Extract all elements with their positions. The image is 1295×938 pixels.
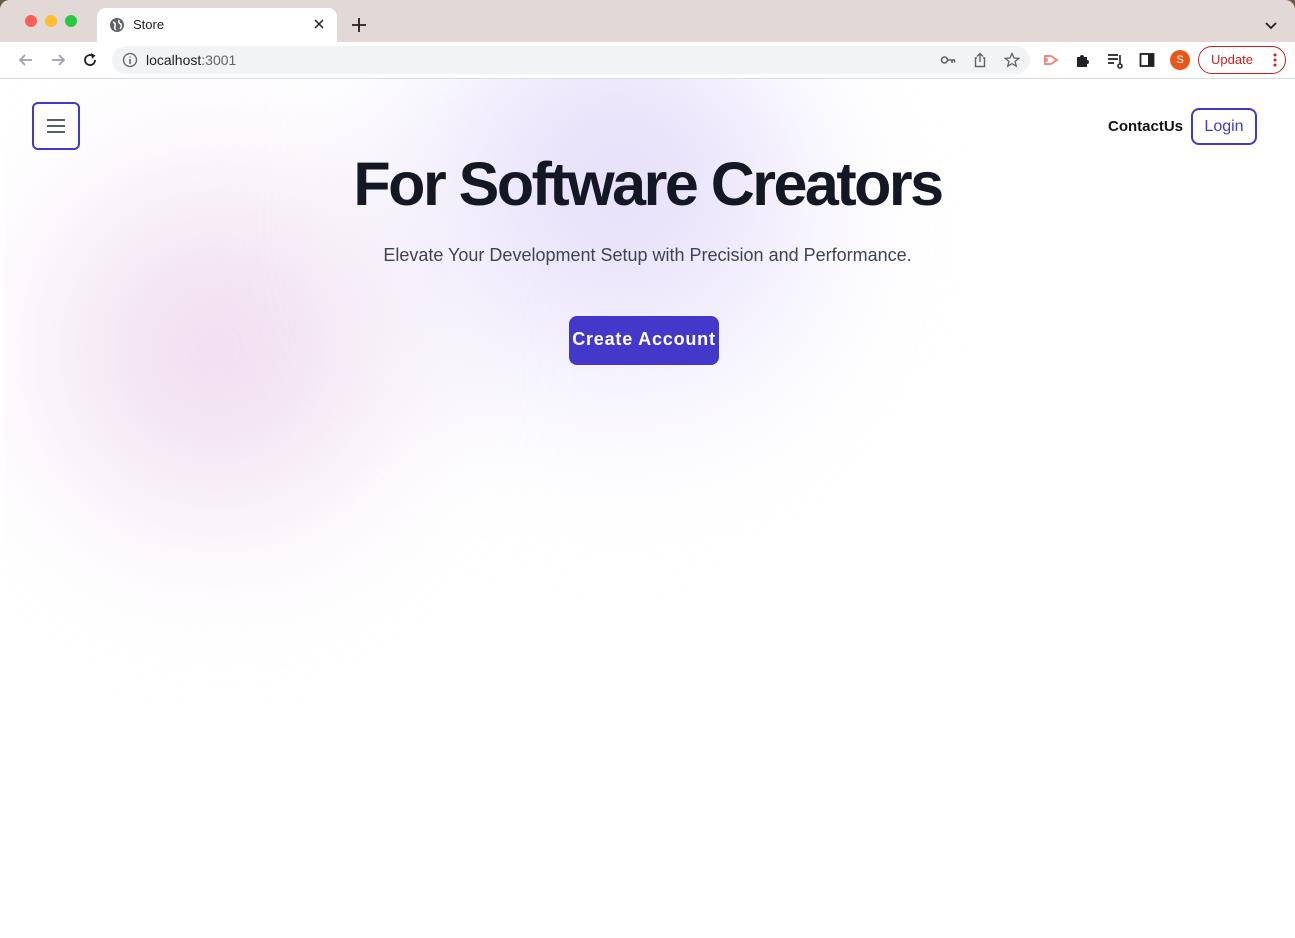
globe-icon <box>110 18 124 32</box>
contact-us-link[interactable]: ContactUs <box>1108 118 1183 135</box>
key-icon[interactable] <box>940 52 956 68</box>
hamburger-icon <box>47 119 65 133</box>
hamburger-menu-button[interactable] <box>32 102 80 150</box>
page-content: ContactUs Login For Software Creators El… <box>4 79 1291 938</box>
back-arrow-icon[interactable] <box>17 51 35 69</box>
tab-strip: Store <box>0 0 1295 42</box>
profile-avatar[interactable]: S <box>1170 50 1190 70</box>
url-host: localhost <box>146 52 202 68</box>
more-menu-icon <box>1273 53 1277 67</box>
close-window-button[interactable] <box>25 15 37 27</box>
browser-window: Store localhost:3001 S Update ContactUs … <box>0 0 1295 938</box>
reading-list-icon[interactable] <box>1106 51 1124 69</box>
bookmark-star-icon[interactable] <box>1004 52 1020 68</box>
reload-icon[interactable] <box>81 51 99 69</box>
zoom-window-button[interactable] <box>65 15 77 27</box>
tab-store[interactable]: Store <box>97 8 337 42</box>
side-panel-icon[interactable] <box>1138 51 1156 69</box>
extensions-puzzle-icon[interactable] <box>1074 51 1092 69</box>
browser-toolbar: localhost:3001 S Update <box>0 42 1295 79</box>
share-icon[interactable] <box>972 52 988 68</box>
address-bar[interactable]: localhost:3001 <box>112 46 1030 74</box>
update-label: Update <box>1211 52 1253 67</box>
url-text: localhost:3001 <box>146 52 236 68</box>
extension-arrow-icon[interactable] <box>1042 51 1060 69</box>
new-tab-icon[interactable] <box>350 16 368 34</box>
close-tab-icon[interactable] <box>311 16 327 32</box>
hero-title: For Software Creators <box>353 150 944 218</box>
forward-arrow-icon[interactable] <box>49 51 67 69</box>
url-port: :3001 <box>201 52 237 68</box>
login-button[interactable]: Login <box>1191 108 1257 145</box>
minimize-window-button[interactable] <box>45 15 57 27</box>
chevron-down-icon[interactable] <box>1263 17 1279 33</box>
hero-subtitle: Elevate Your Development Setup with Prec… <box>383 245 912 265</box>
tab-title: Store <box>133 17 165 32</box>
site-info-icon[interactable] <box>122 52 138 68</box>
update-button[interactable]: Update <box>1198 46 1286 74</box>
create-account-button[interactable]: Create Account <box>569 316 719 365</box>
